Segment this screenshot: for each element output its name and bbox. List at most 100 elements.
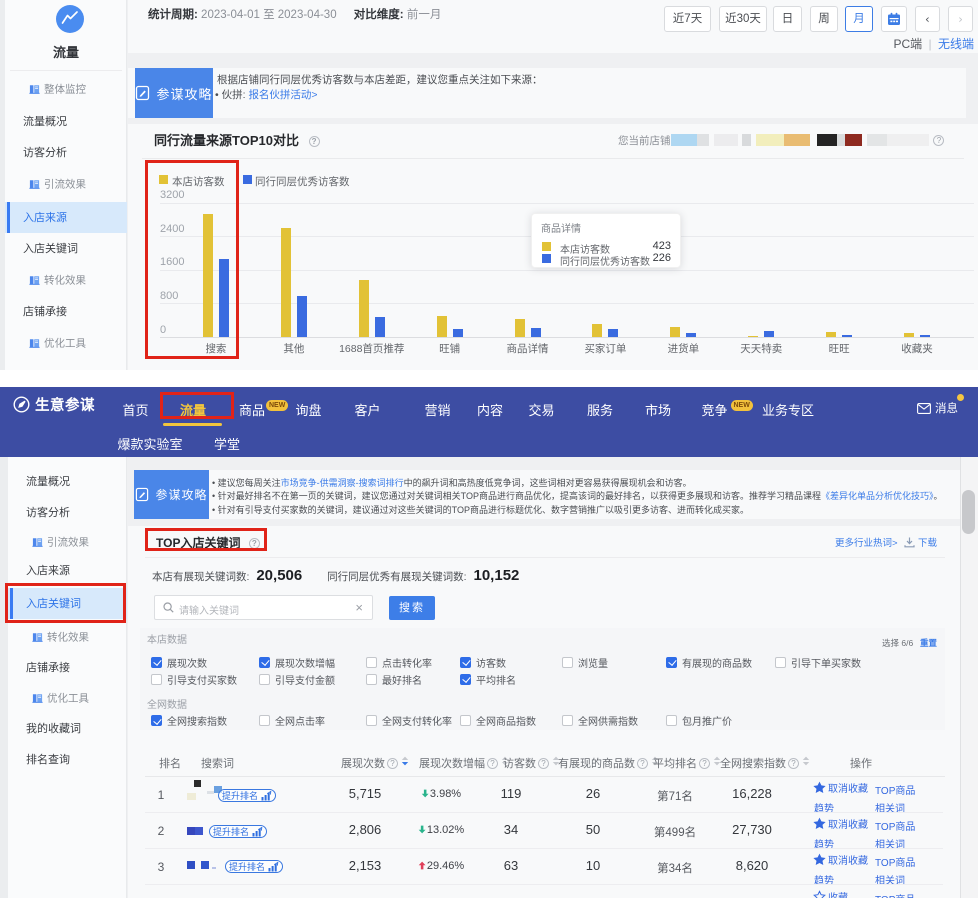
bar-shop-1[interactable] [281, 228, 291, 337]
filter-checkbox-浏览量[interactable]: 浏览量 [562, 655, 608, 670]
market-rank-link[interactable]: 市场竞争-供需洞察-搜索词排行 [281, 478, 404, 488]
top-products-link-1[interactable]: TOP商品 [875, 818, 915, 833]
range-week-button[interactable]: 周 [810, 6, 838, 32]
checkbox-box[interactable] [151, 674, 162, 685]
column-header-1[interactable]: 搜索词 [201, 755, 234, 771]
bar-shop-2[interactable] [359, 280, 369, 337]
checkbox-box[interactable] [366, 657, 377, 668]
course-link[interactable]: 《差异化单品分析优化技巧》 [821, 491, 934, 501]
column-header-3[interactable]: 展现次数增幅? [419, 755, 509, 771]
bar-peer-2[interactable] [375, 317, 385, 337]
nav-item-11[interactable]: 业务专区 [762, 400, 814, 419]
column-header-5[interactable]: 有展现的商品数? [558, 755, 659, 771]
download-action[interactable]: 下载 [904, 535, 937, 549]
nav-item-2[interactable]: 商品 [239, 400, 265, 419]
device-wireless[interactable]: 无线端 [938, 37, 974, 51]
bar-peer-1[interactable] [297, 296, 307, 337]
nav-item-6[interactable]: 内容 [477, 400, 503, 419]
filter-checkbox-最好排名[interactable]: 最好排名 [366, 672, 422, 687]
filter-checkbox-引导支付金额[interactable]: 引导支付金额 [259, 672, 335, 687]
column-header-7[interactable]: 全网搜索指数? [720, 755, 810, 771]
nav-item-4[interactable]: 客户 [354, 400, 380, 419]
bar-shop-5[interactable] [592, 324, 602, 337]
nav-item-3[interactable]: 询盘 [295, 400, 321, 419]
filter-checkbox-引导支付买家数[interactable]: 引导支付买家数 [151, 672, 237, 687]
boost-rank-button-0[interactable]: 提升排名 [218, 789, 276, 802]
checkbox-box[interactable] [259, 715, 270, 726]
boost-rank-button-2[interactable]: 提升排名 [225, 860, 283, 873]
nav-item-9[interactable]: 市场 [645, 400, 671, 419]
column-help-icon[interactable]: ? [538, 758, 549, 769]
checkbox-box[interactable] [151, 657, 162, 668]
range-day-button[interactable]: 日 [773, 6, 802, 32]
bar-peer-7[interactable] [764, 331, 774, 337]
nav-item-hotlab[interactable]: 爆款实验室 [117, 434, 182, 453]
sidebar-item-2[interactable]: 引流效果 [8, 526, 127, 557]
bar-shop-6[interactable] [670, 327, 680, 337]
favorite-link-3[interactable]: 收藏 [813, 889, 848, 898]
nav-item-5[interactable]: 营销 [424, 400, 450, 419]
bar-shop-9[interactable] [904, 333, 914, 337]
filter-checkbox-有展现的商品数[interactable]: 有展现的商品数 [666, 655, 752, 670]
column-header-2[interactable]: 展现次数? [341, 755, 409, 771]
sidebar-item-3[interactable]: 引流效果 [5, 168, 127, 199]
checkbox-box[interactable] [666, 657, 677, 668]
filter-checkbox-全网支付转化率[interactable]: 全网支付转化率 [366, 713, 452, 728]
sidebar-item-2[interactable]: 访客分析 [5, 137, 127, 168]
top-products-link-2[interactable]: TOP商品 [875, 854, 915, 869]
checkbox-box[interactable] [775, 657, 786, 668]
messages[interactable]: 消息 [917, 400, 958, 416]
column-help-icon[interactable]: ? [637, 758, 648, 769]
bar-peer-4[interactable] [531, 328, 541, 337]
sidebar-item-0[interactable]: 整体监控 [5, 74, 127, 105]
filter-checkbox-全网供需指数[interactable]: 全网供需指数 [562, 713, 638, 728]
checkbox-box[interactable] [366, 715, 377, 726]
unfavorite-link-0[interactable]: 取消收藏 [813, 780, 868, 795]
column-header-8[interactable]: 操作 [850, 755, 872, 771]
prev-period-button[interactable]: ‹ [915, 6, 940, 32]
checkbox-box[interactable] [259, 657, 270, 668]
range-7d-button[interactable]: 近7天 [664, 6, 711, 32]
sidebar-item-5[interactable]: 入店关键词 [5, 233, 127, 264]
sidebar-item-7[interactable]: 店铺承接 [5, 296, 127, 327]
nav-item-8[interactable]: 服务 [587, 400, 613, 419]
column-header-0[interactable]: 排名 [159, 755, 181, 771]
clear-search-icon[interactable]: × [355, 600, 363, 615]
sidebar-item-3[interactable]: 入店来源 [8, 555, 127, 586]
range-month-button[interactable]: 月 [845, 6, 873, 32]
checkbox-box[interactable] [151, 715, 162, 726]
filter-checkbox-访客数[interactable]: 访客数 [460, 655, 506, 670]
checkbox-box[interactable] [666, 715, 677, 726]
column-help-icon[interactable]: ? [699, 758, 710, 769]
sidebar-item-7[interactable]: 优化工具 [8, 682, 127, 713]
nav-item-7[interactable]: 交易 [528, 400, 554, 419]
search-button[interactable]: 搜索 [389, 596, 435, 620]
bar-peer-6[interactable] [686, 333, 696, 337]
checkbox-box[interactable] [366, 674, 377, 685]
sidebar-item-0[interactable]: 流量概况 [8, 465, 127, 496]
chart-help-icon[interactable]: ? [309, 136, 320, 147]
nav-item-school[interactable]: 学堂 [214, 434, 240, 453]
column-header-6[interactable]: 平均排名? [653, 755, 721, 771]
bar-peer-5[interactable] [608, 329, 618, 337]
bar-peer-9[interactable] [920, 335, 930, 337]
sidebar-item-5[interactable]: 转化效果 [8, 621, 127, 652]
reset-filters-link[interactable]: 重置 [920, 637, 937, 649]
filter-checkbox-点击转化率[interactable]: 点击转化率 [366, 655, 432, 670]
filter-checkbox-引导下单买家数[interactable]: 引导下单买家数 [775, 655, 861, 670]
column-help-icon[interactable]: ? [487, 758, 498, 769]
keyword-search-input[interactable]: 请输入关键词 × [154, 595, 373, 620]
nav-item-10[interactable]: 竞争 [701, 400, 727, 419]
device-pc[interactable]: PC端 [894, 37, 923, 51]
scrollbar-thumb[interactable] [962, 490, 975, 534]
bar-shop-4[interactable] [515, 319, 525, 337]
checkbox-box[interactable] [259, 674, 270, 685]
column-header-4[interactable]: 访客数? [503, 755, 560, 771]
shop-note-help-icon[interactable]: ? [933, 135, 944, 146]
calendar-button[interactable] [881, 6, 907, 32]
sidebar-item-8[interactable]: 优化工具 [5, 327, 127, 358]
unfavorite-link-2[interactable]: 取消收藏 [813, 852, 868, 867]
bar-shop-8[interactable] [826, 332, 836, 337]
unfavorite-link-1[interactable]: 取消收藏 [813, 816, 868, 831]
next-period-button[interactable]: › [948, 6, 973, 32]
